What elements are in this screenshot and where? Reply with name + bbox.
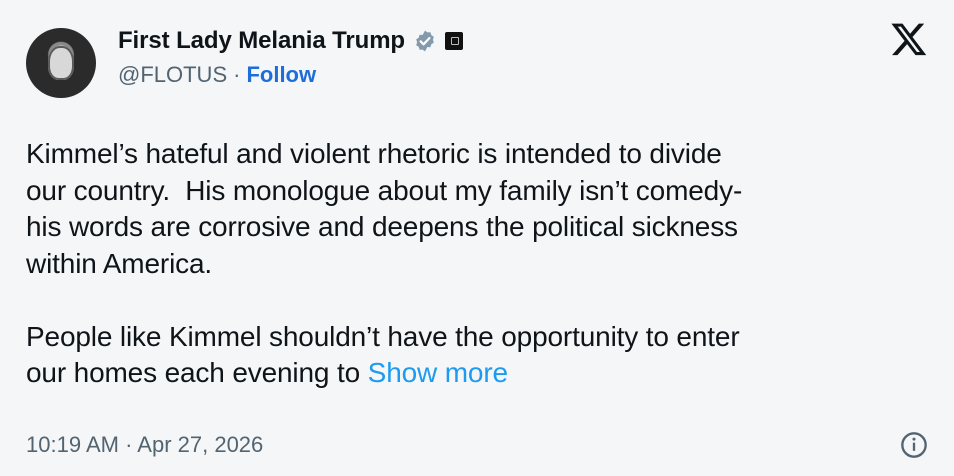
verified-badge-icon[interactable]	[413, 29, 437, 53]
handle-row: @FLOTUS · Follow	[118, 62, 463, 88]
post-card: First Lady Melania Trump @FLOTUS · Follo…	[0, 0, 954, 476]
timestamp[interactable]: 10:19 AM · Apr 27, 2026	[26, 432, 263, 458]
post-text: Kimmel’s hateful and violent rhetoric is…	[26, 136, 926, 392]
x-logo-icon[interactable]	[890, 20, 928, 58]
separator: ·	[233, 62, 241, 87]
display-name[interactable]: First Lady Melania Trump	[118, 27, 405, 55]
post-header: First Lady Melania Trump @FLOTUS · Follo…	[26, 14, 930, 114]
follow-button[interactable]: Follow	[246, 62, 316, 88]
info-icon[interactable]	[900, 431, 928, 459]
avatar[interactable]	[26, 28, 96, 98]
post-body: Kimmel’s hateful and violent rhetoric is…	[26, 138, 743, 388]
show-more-link[interactable]: Show more	[368, 357, 508, 388]
author-block: First Lady Melania Trump @FLOTUS · Follo…	[118, 26, 463, 88]
post-footer: 10:19 AM · Apr 27, 2026	[26, 428, 928, 462]
name-row: First Lady Melania Trump	[118, 26, 463, 56]
affiliation-badge-icon[interactable]	[445, 32, 463, 50]
handle[interactable]: @FLOTUS	[118, 62, 227, 88]
